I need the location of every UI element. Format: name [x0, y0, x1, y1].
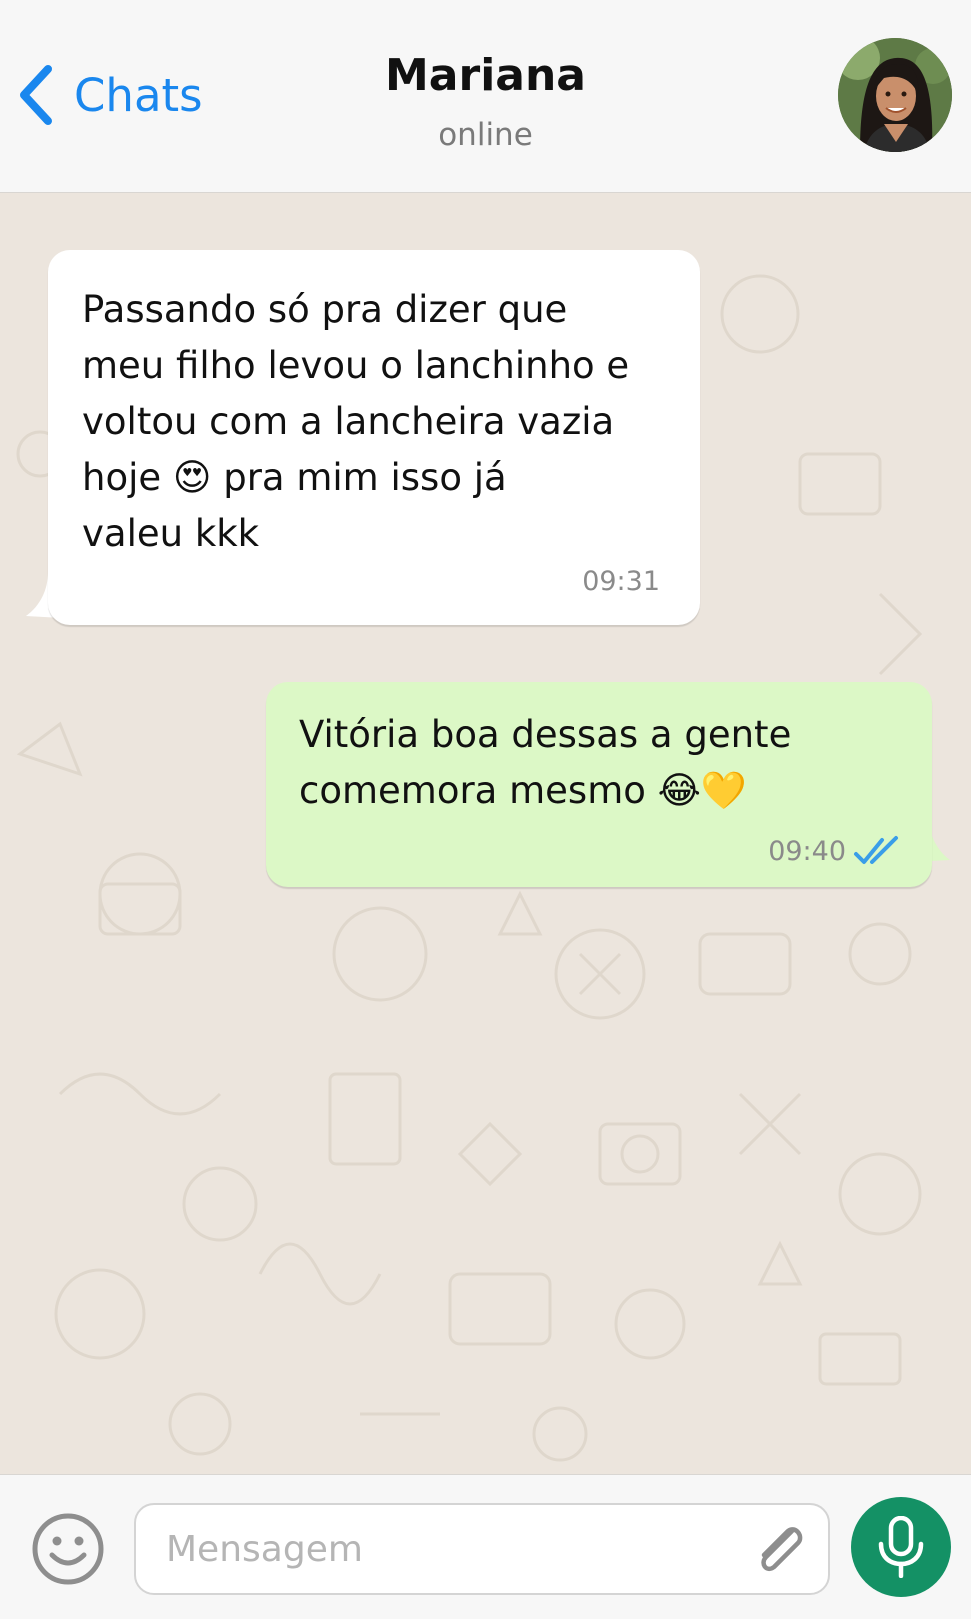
- smiley-icon[interactable]: [30, 1511, 106, 1587]
- composer-bar: [0, 1474, 971, 1619]
- message-text: Vitória boa dessas a gente comemora mesm…: [299, 713, 792, 812]
- message-bubble-incoming[interactable]: Passando só pra dizer que meu filho levo…: [48, 250, 700, 625]
- avatar-photo: [838, 38, 952, 152]
- message-time: 09:40: [768, 836, 846, 867]
- message-text: Passando só pra dizer que meu filho levo…: [82, 288, 630, 555]
- chat-header: Chats Mariana online: [0, 0, 971, 193]
- message-bubble-outgoing[interactable]: Vitória boa dessas a gente comemora mesm…: [266, 682, 932, 887]
- paperclip-icon[interactable]: [748, 1517, 812, 1581]
- message-input[interactable]: [134, 1503, 830, 1595]
- chat-area[interactable]: Passando só pra dizer que meu filho levo…: [0, 194, 971, 1474]
- contact-name[interactable]: Mariana: [0, 50, 971, 101]
- double-check-read-icon: [854, 836, 898, 864]
- microphone-icon: [878, 1516, 924, 1578]
- contact-status: online: [438, 117, 533, 153]
- avatar[interactable]: [838, 38, 952, 152]
- microphone-button[interactable]: [851, 1497, 951, 1597]
- message-time: 09:31: [582, 566, 660, 597]
